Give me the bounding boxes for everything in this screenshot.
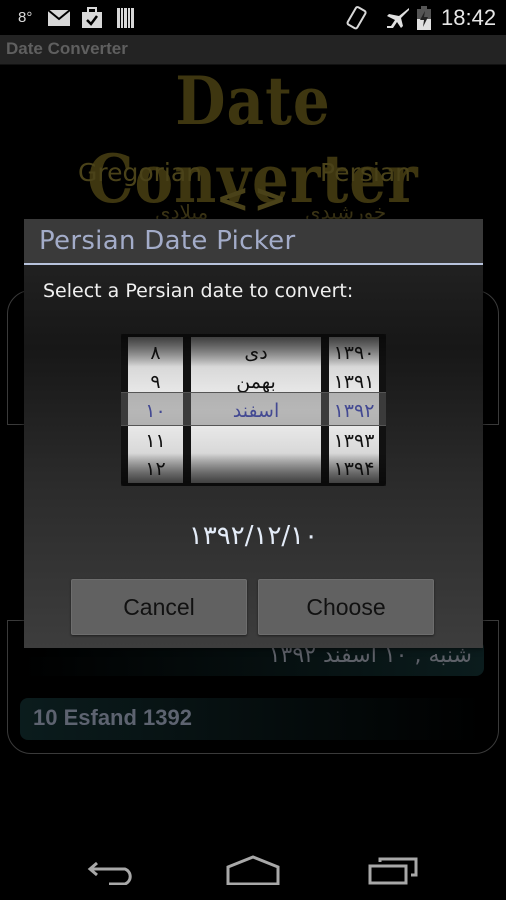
- status-bar: 8° 18:42: [0, 0, 506, 35]
- persian-date-picker-dialog: Persian Date Picker Select a Persian dat…: [24, 219, 483, 648]
- selected-date-preview: ۱۳۹۲/۱۲/۱۰: [188, 521, 319, 551]
- year-wheel[interactable]: ۱۳۹۰ ۱۳۹۱ ۱۳۹۲ ۱۳۹۳ ۱۳۹۴: [329, 337, 379, 483]
- home-icon: [226, 855, 280, 885]
- gregorian-label: Gregorian: [78, 158, 203, 187]
- day-item-selected[interactable]: ۱۰: [128, 397, 183, 425]
- recent-apps-icon: [368, 857, 418, 885]
- result-english-field: 10 Esfand 1392: [20, 698, 484, 740]
- dialog-title-divider: [24, 263, 483, 265]
- year-item-selected[interactable]: ۱۳۹۲: [329, 397, 379, 425]
- recent-apps-button[interactable]: [364, 850, 424, 890]
- year-item[interactable]: ۱۳۹۱: [329, 368, 379, 396]
- cancel-button[interactable]: Cancel: [71, 579, 247, 635]
- home-button[interactable]: [223, 850, 283, 890]
- month-item[interactable]: [191, 427, 321, 455]
- month-item[interactable]: [191, 455, 321, 483]
- mail-icon: [47, 0, 71, 35]
- temperature-text: 8°: [18, 9, 33, 26]
- dialog-title: Persian Date Picker: [39, 226, 296, 256]
- day-wheel[interactable]: ۸ ۹ ۱۰ ۱۱ ۱۲: [128, 337, 183, 483]
- vibrate-icon: [345, 0, 369, 35]
- barcode-icon: [117, 0, 135, 35]
- clock-time: 18:42: [441, 4, 497, 30]
- back-icon: [87, 861, 132, 885]
- battery-charging-icon: [417, 0, 431, 35]
- year-item[interactable]: ۱۳۹۳: [329, 427, 379, 455]
- app-title: Date Converter: [6, 39, 128, 58]
- swap-direction-button[interactable]: <>: [216, 176, 291, 222]
- month-item[interactable]: دی: [191, 339, 321, 367]
- back-button[interactable]: [82, 850, 142, 890]
- month-item[interactable]: بهمن: [191, 368, 321, 396]
- day-item[interactable]: ۸: [128, 339, 183, 367]
- task-check-icon: [81, 0, 103, 35]
- day-item[interactable]: ۹: [128, 368, 183, 396]
- action-bar: Date Converter: [0, 35, 506, 65]
- year-item[interactable]: ۱۳۹۰: [329, 339, 379, 367]
- month-wheel[interactable]: دی بهمن اسفند: [191, 337, 321, 483]
- year-item[interactable]: ۱۳۹۴: [329, 455, 379, 483]
- dialog-header: Persian Date Picker: [24, 219, 483, 264]
- choose-button[interactable]: Choose: [258, 579, 434, 635]
- persian-label: Persian: [320, 158, 411, 187]
- month-item-selected[interactable]: اسفند: [191, 397, 321, 425]
- day-item[interactable]: ۱۱: [128, 427, 183, 455]
- airplane-mode-icon: [385, 0, 411, 35]
- result-english-text: 10 Esfand 1392: [33, 705, 192, 730]
- dialog-message: Select a Persian date to convert:: [43, 280, 354, 302]
- day-item[interactable]: ۱۲: [128, 455, 183, 483]
- navigation-bar: [0, 836, 506, 900]
- date-wheel-picker: ۸ ۹ ۱۰ ۱۱ ۱۲ دی بهمن اسفند ۱۳۹۰ ۱۳۹۱ ۱۳۹…: [121, 334, 386, 486]
